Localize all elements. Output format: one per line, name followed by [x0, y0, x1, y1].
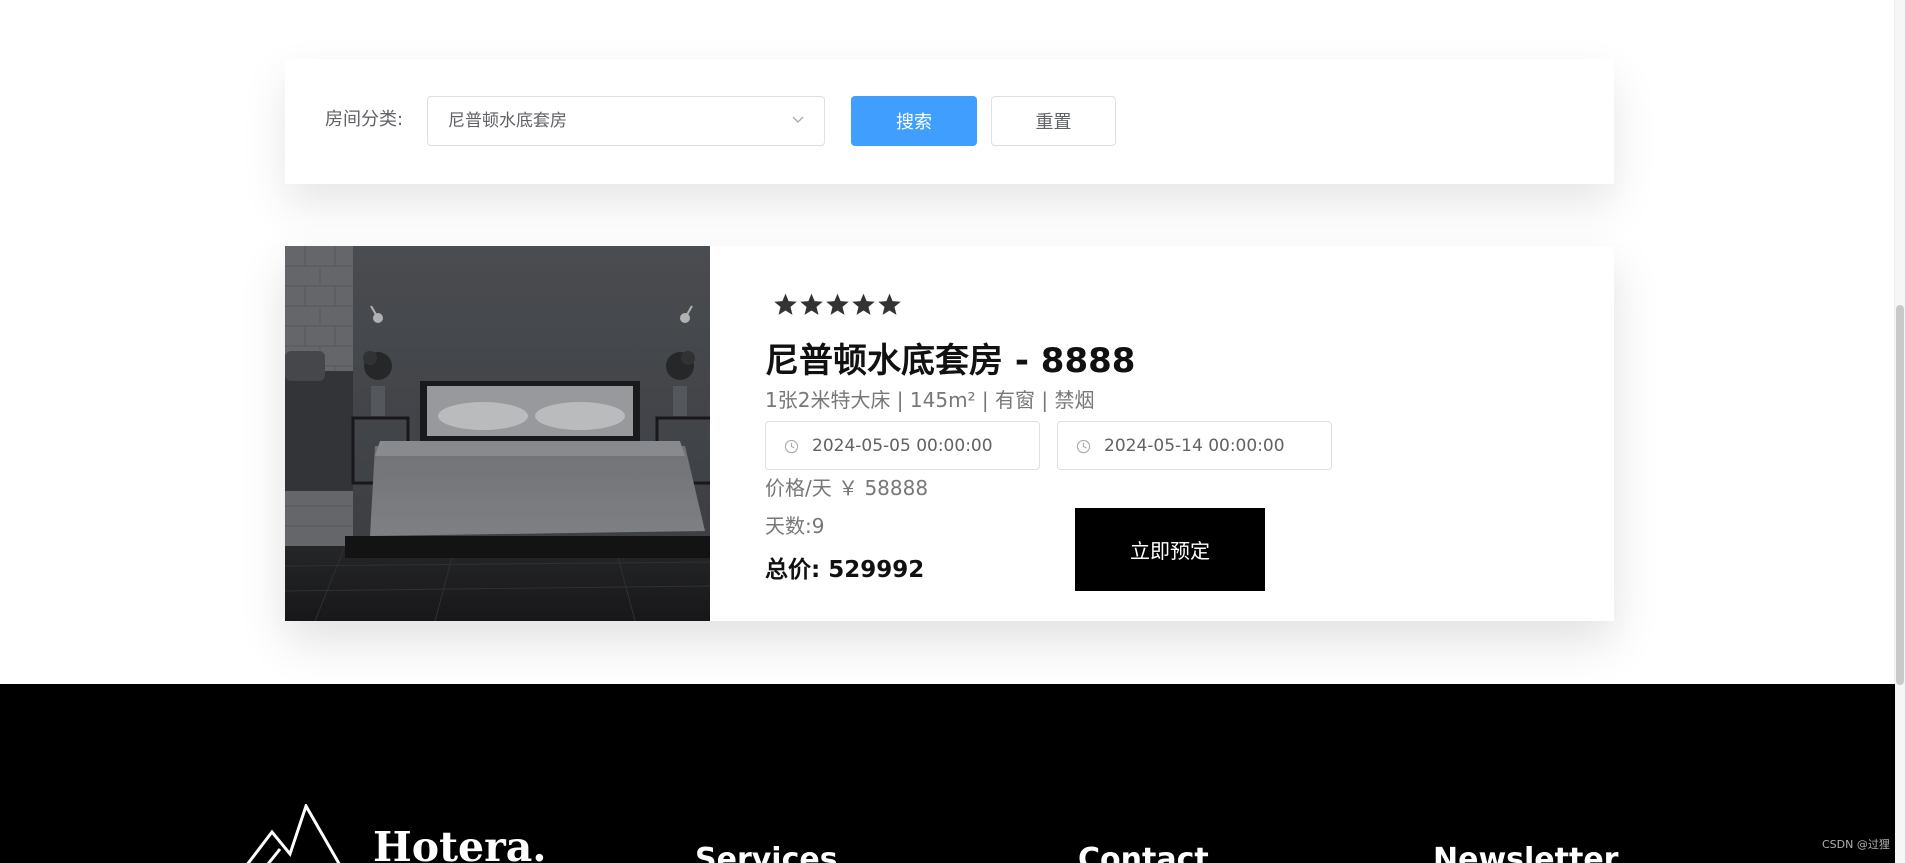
checkout-date-value: 2024-05-14 00:00:00 [1104, 436, 1285, 456]
star-icon [826, 293, 849, 315]
days-count: 天数:9 [765, 514, 825, 538]
star-icon [800, 293, 823, 315]
footer-heading-newsletter: Newsletter [1433, 842, 1619, 863]
reset-button[interactable]: 重置 [991, 96, 1116, 146]
category-select[interactable]: 尼普顿水底套房 [427, 96, 825, 146]
clock-icon [1076, 439, 1091, 454]
room-card: 尼普顿水底套房 - 8888 1张2米特大床 | 145m² | 有窗 | 禁烟… [285, 246, 1614, 621]
clock-icon [784, 439, 799, 454]
category-select-value: 尼普顿水底套房 [448, 111, 567, 131]
checkin-date-value: 2024-05-05 00:00:00 [812, 436, 993, 456]
footer-brand: Hotera. [373, 823, 547, 863]
checkout-date-picker[interactable]: 2024-05-14 00:00:00 [1057, 421, 1332, 470]
site-footer: Hotera. Services Contact Newsletter [0, 684, 1895, 863]
footer-heading-services: Services [695, 842, 838, 863]
footer-heading-contact: Contact [1078, 842, 1209, 863]
watermark: CSDN @过狸 [1822, 838, 1890, 851]
room-title: 尼普顿水底套房 - 8888 [765, 341, 1136, 381]
page-scrollbar[interactable] [1894, 0, 1905, 863]
scrollbar-thumb[interactable] [1896, 305, 1904, 685]
room-photo [285, 246, 710, 621]
total-price: 总价: 529992 [765, 557, 925, 583]
book-now-button[interactable]: 立即预定 [1075, 508, 1265, 591]
room-info: 尼普顿水底套房 - 8888 1张2米特大床 | 145m² | 有窗 | 禁烟… [765, 246, 1585, 621]
search-panel: 房间分类: 尼普顿水底套房 搜索 重置 [285, 59, 1614, 184]
star-rating [773, 292, 902, 317]
chevron-down-icon [792, 116, 804, 123]
mountain-logo-icon [246, 804, 341, 863]
price-per-day: 价格/天 ￥ 58888 [765, 476, 929, 500]
category-label: 房间分类: [325, 109, 404, 130]
checkin-date-picker[interactable]: 2024-05-05 00:00:00 [765, 421, 1040, 470]
bedroom-image [285, 246, 710, 621]
search-button[interactable]: 搜索 [851, 96, 977, 146]
star-icon [878, 293, 901, 315]
star-icon [774, 293, 797, 315]
room-features: 1张2米特大床 | 145m² | 有窗 | 禁烟 [765, 388, 1095, 412]
star-icon [852, 293, 875, 315]
